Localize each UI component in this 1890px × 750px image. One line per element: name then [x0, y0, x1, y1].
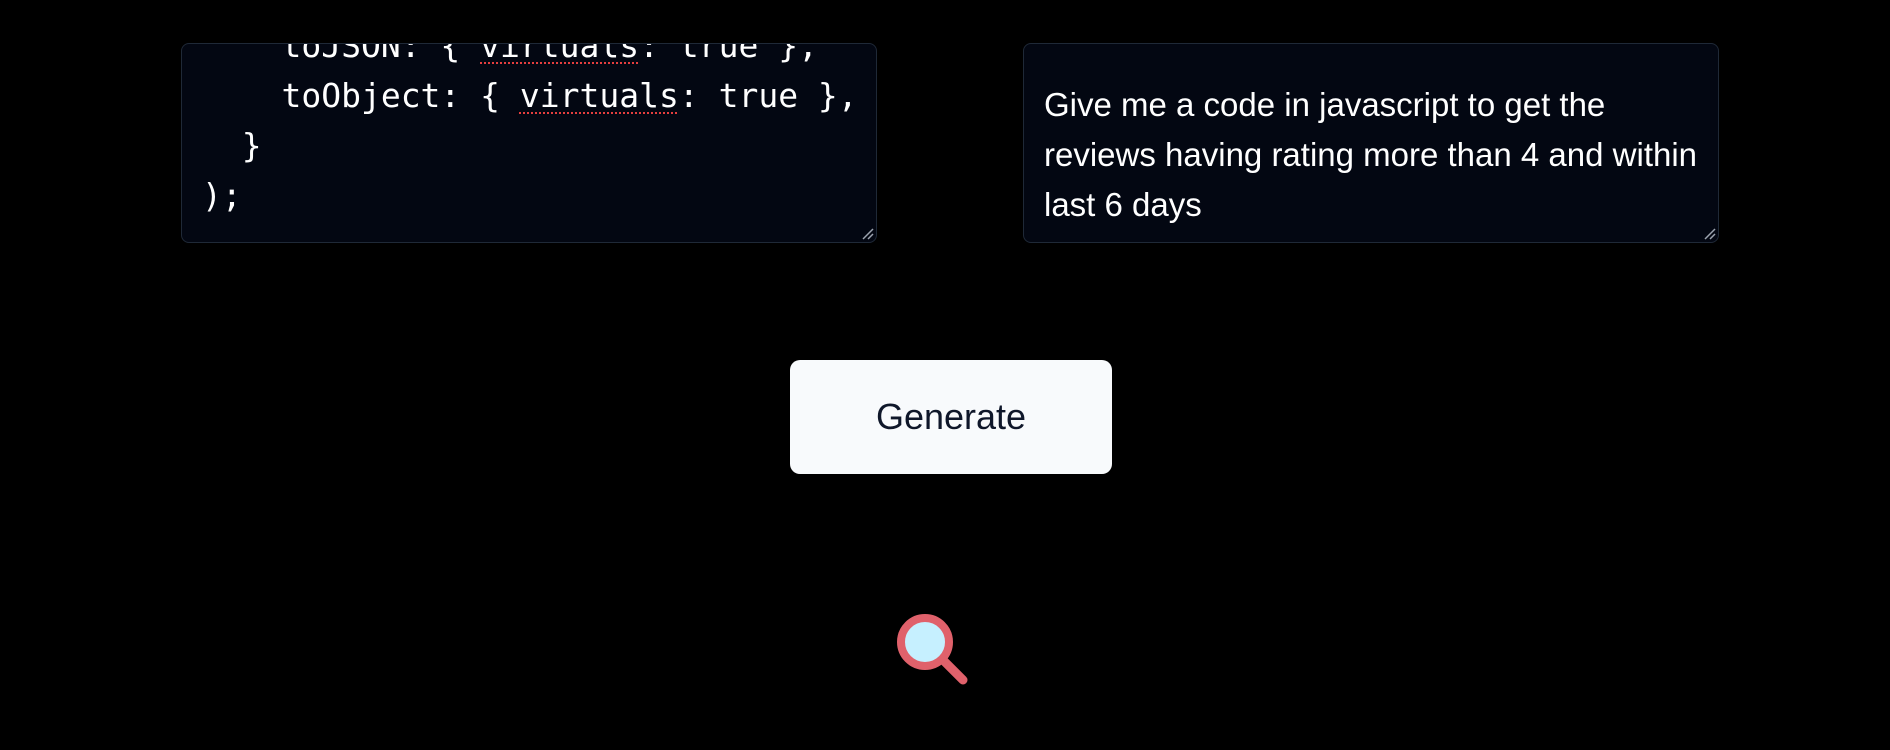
spellcheck-underline: virtuals: [480, 43, 640, 65]
resize-handle-icon[interactable]: [1702, 226, 1716, 240]
resize-handle-icon[interactable]: [860, 226, 874, 240]
prompt-text: Give me a code in javascript to get the …: [1044, 86, 1698, 223]
page: toJSON: { virtuals: true }, toObject: { …: [0, 0, 1890, 750]
search-icon: [897, 614, 968, 685]
schema-input[interactable]: toJSON: { virtuals: true }, toObject: { …: [181, 43, 877, 243]
spellcheck-underline: virtuals: [519, 76, 679, 115]
prompt-input[interactable]: Give me a code in javascript to get the …: [1023, 43, 1719, 243]
generate-button[interactable]: Generate: [790, 360, 1112, 474]
schema-code: toJSON: { virtuals: true }, toObject: { …: [202, 43, 858, 221]
